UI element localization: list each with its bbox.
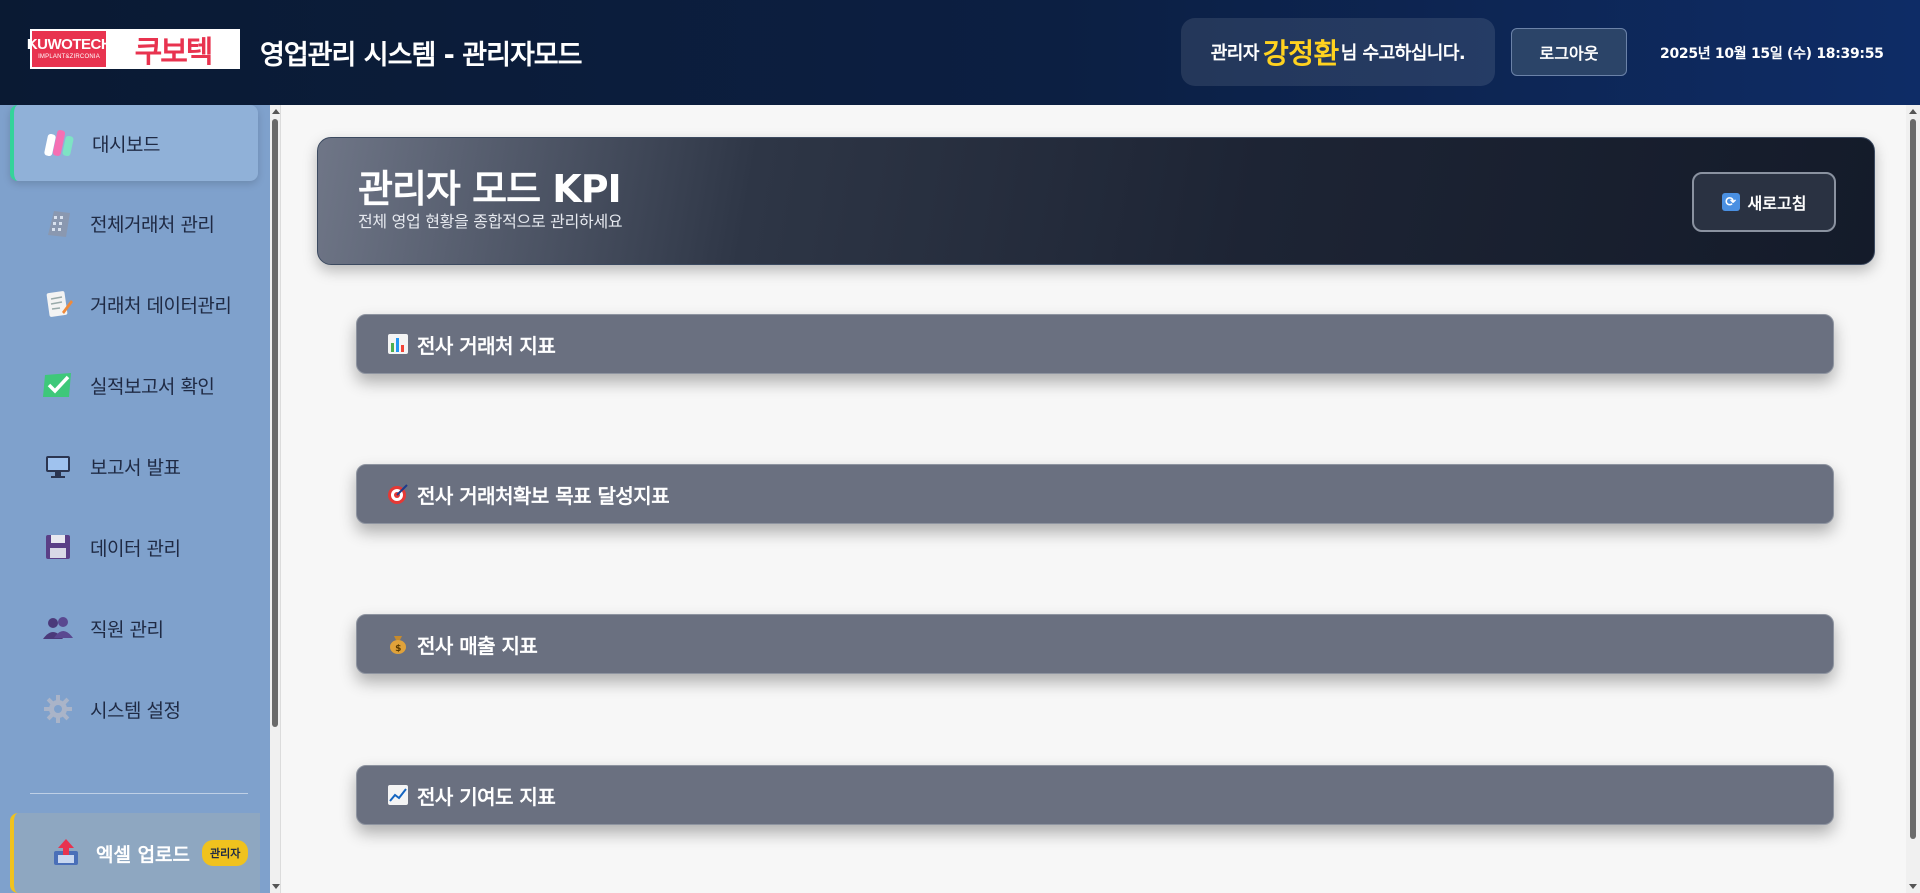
logo-brand: KUWOTECH — [26, 36, 112, 53]
scroll-down-arrow-icon[interactable] — [1909, 884, 1917, 889]
welcome-suffix: 님 수고하십니다. — [1340, 43, 1466, 64]
sidebar-item-label: 거래처 데이터관리 — [90, 294, 232, 317]
section-sales-kpi[interactable]: $ 전사 매출 지표 — [356, 614, 1834, 674]
refresh-icon: ⟳ — [1721, 193, 1740, 211]
monitor-icon — [40, 448, 76, 484]
section-client-target-kpi[interactable]: 전사 거래처확보 목표 달성지표 — [356, 464, 1834, 524]
app-title: 영업관리 시스템 - 관리자모드 — [260, 40, 582, 71]
target-icon — [387, 483, 409, 505]
admin-badge: 관리자 — [202, 840, 249, 866]
floppy-icon — [40, 529, 76, 565]
bar-chart-icon — [387, 333, 409, 355]
check-icon — [40, 367, 76, 403]
section-title: 전사 기여도 지표 — [417, 784, 556, 809]
money-bag-icon: $ — [387, 633, 409, 655]
upload-icon — [48, 835, 84, 871]
refresh-label: 새로고침 — [1747, 194, 1807, 213]
logo-badge: KUWOTECH IMPLANT&ZIRCONIA — [27, 31, 112, 67]
dashboard-icon — [42, 125, 78, 161]
page-subtitle: 전체 영업 현황을 종합적으로 관리하세요 — [358, 212, 623, 231]
welcome-prefix: 관리자 — [1210, 43, 1260, 64]
logo-korean: 쿠보텍 — [134, 35, 214, 70]
scroll-down-arrow-icon[interactable] — [272, 884, 280, 889]
sidebar-item-client-data[interactable]: 거래처 데이터관리 — [10, 266, 258, 342]
upload-label: 엑셀 업로드 — [96, 843, 191, 866]
app-header: KUWOTECH IMPLANT&ZIRCONIA 쿠보텍 영업관리 시스템 -… — [0, 0, 1920, 105]
sidebar-item-label: 실적보고서 확인 — [90, 375, 215, 398]
main-scrollbar[interactable] — [1906, 105, 1920, 893]
welcome-message: 관리자 강정환 님 수고하십니다. — [1181, 18, 1495, 86]
section-title: 전사 매출 지표 — [417, 633, 538, 658]
sidebar-item-all-clients[interactable]: 전체거래처 관리 — [10, 185, 258, 261]
scrollbar-thumb[interactable] — [1910, 119, 1916, 839]
sidebar-item-report-presentation[interactable]: 보고서 발표 — [10, 428, 258, 504]
sidebar-scrollbar[interactable] — [270, 105, 281, 893]
sidebar-item-performance-reports[interactable]: 실적보고서 확인 — [10, 347, 258, 423]
trend-chart-icon — [387, 784, 409, 806]
refresh-button[interactable]: ⟳ 새로고침 — [1692, 172, 1836, 232]
sidebar: 대시보드 전체거래처 관리 거래처 데이터관리 실적보고서 확인 보고서 발표 … — [0, 105, 270, 893]
gear-icon — [40, 691, 76, 727]
current-datetime: 2025년 10월 15일 (수) 18:39:55 — [1660, 46, 1884, 62]
sidebar-item-label: 데이터 관리 — [90, 537, 181, 560]
scroll-up-arrow-icon[interactable] — [272, 109, 280, 114]
scroll-up-arrow-icon[interactable] — [1909, 109, 1917, 114]
section-client-kpi[interactable]: 전사 거래처 지표 — [356, 314, 1834, 374]
section-contribution-kpi[interactable]: 전사 기여도 지표 — [356, 765, 1834, 825]
sidebar-item-label: 직원 관리 — [90, 618, 164, 641]
sidebar-divider — [30, 793, 248, 794]
sidebar-item-label: 전체거래처 관리 — [90, 213, 215, 236]
sidebar-item-label: 대시보드 — [92, 133, 160, 156]
sidebar-item-dashboard[interactable]: 대시보드 — [10, 105, 258, 181]
company-logo[interactable]: KUWOTECH IMPLANT&ZIRCONIA 쿠보텍 — [27, 29, 240, 70]
page-title: 관리자 모드 KPI — [358, 167, 622, 211]
sidebar-item-system-settings[interactable]: 시스템 설정 — [10, 671, 258, 747]
user-name: 강정환 — [1262, 37, 1339, 70]
svg-text:$: $ — [395, 644, 401, 654]
sidebar-item-label: 보고서 발표 — [90, 456, 181, 479]
kpi-header-card: 관리자 모드 KPI 전체 영업 현황을 종합적으로 관리하세요 ⟳ 새로고침 — [317, 137, 1875, 265]
section-title: 전사 거래처확보 목표 달성지표 — [417, 483, 670, 508]
building-icon — [40, 205, 76, 241]
main-content: 관리자 모드 KPI 전체 영업 현황을 종합적으로 관리하세요 ⟳ 새로고침 … — [282, 105, 1906, 893]
logout-button[interactable]: 로그아웃 — [1511, 28, 1627, 76]
people-icon — [40, 610, 76, 646]
logo-subtitle: IMPLANT&ZIRCONIA — [38, 54, 100, 60]
section-title: 전사 거래처 지표 — [417, 333, 556, 358]
sidebar-item-staff-management[interactable]: 직원 관리 — [10, 590, 258, 666]
memo-icon — [40, 286, 76, 322]
scrollbar-thumb[interactable] — [272, 119, 278, 727]
sidebar-item-data-management[interactable]: 데이터 관리 — [10, 509, 258, 585]
sidebar-item-excel-upload[interactable]: 엑셀 업로드 관리자 — [10, 813, 260, 893]
sidebar-item-label: 시스템 설정 — [90, 699, 181, 722]
